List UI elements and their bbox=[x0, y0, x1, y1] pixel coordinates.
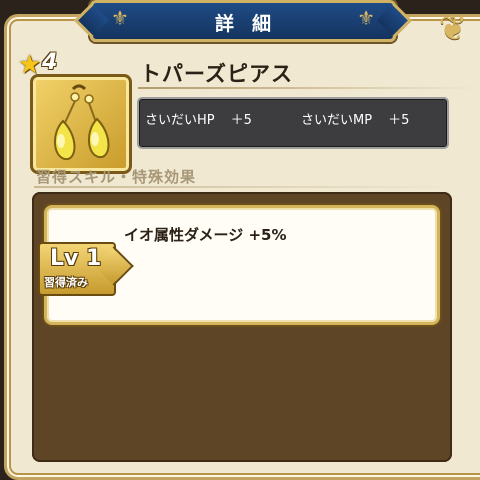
skill-effect: イオ属性ダメージ +5% bbox=[124, 226, 287, 244]
stat-label: さいだいMP bbox=[301, 113, 373, 128]
title-bar: ⚜ 詳細 ⚜ bbox=[90, 0, 396, 42]
item-name: トパーズピアス bbox=[140, 62, 293, 86]
stat-box: さいだいHP ＋5 さいだいMP ＋5 bbox=[137, 97, 449, 149]
stat-label: さいだいHP bbox=[145, 113, 215, 128]
rarity-star-icon: ★ bbox=[18, 50, 42, 80]
fleur-de-lis-icon: ⚜ bbox=[357, 6, 375, 30]
rarity-level: 4 bbox=[42, 50, 58, 75]
item-icon bbox=[30, 74, 132, 174]
topaz-earring-icon bbox=[54, 84, 110, 161]
stat-max-hp: さいだいHP ＋5 bbox=[145, 109, 252, 128]
skill-level: Lv 1 bbox=[50, 246, 102, 271]
stat-value: ＋5 bbox=[230, 113, 252, 128]
page-title: 詳細 bbox=[214, 13, 289, 35]
stat-value: ＋5 bbox=[388, 113, 410, 128]
divider bbox=[138, 87, 478, 89]
level-badge: Lv 1 習得済み bbox=[38, 242, 116, 296]
section-heading: 習得スキル・特殊効果 bbox=[36, 168, 197, 186]
corner-ornament-icon: ❦ bbox=[438, 9, 468, 49]
divider bbox=[34, 186, 454, 188]
stat-max-mp: さいだいMP ＋5 bbox=[301, 109, 409, 128]
learned-status: 習得済み bbox=[44, 276, 88, 289]
